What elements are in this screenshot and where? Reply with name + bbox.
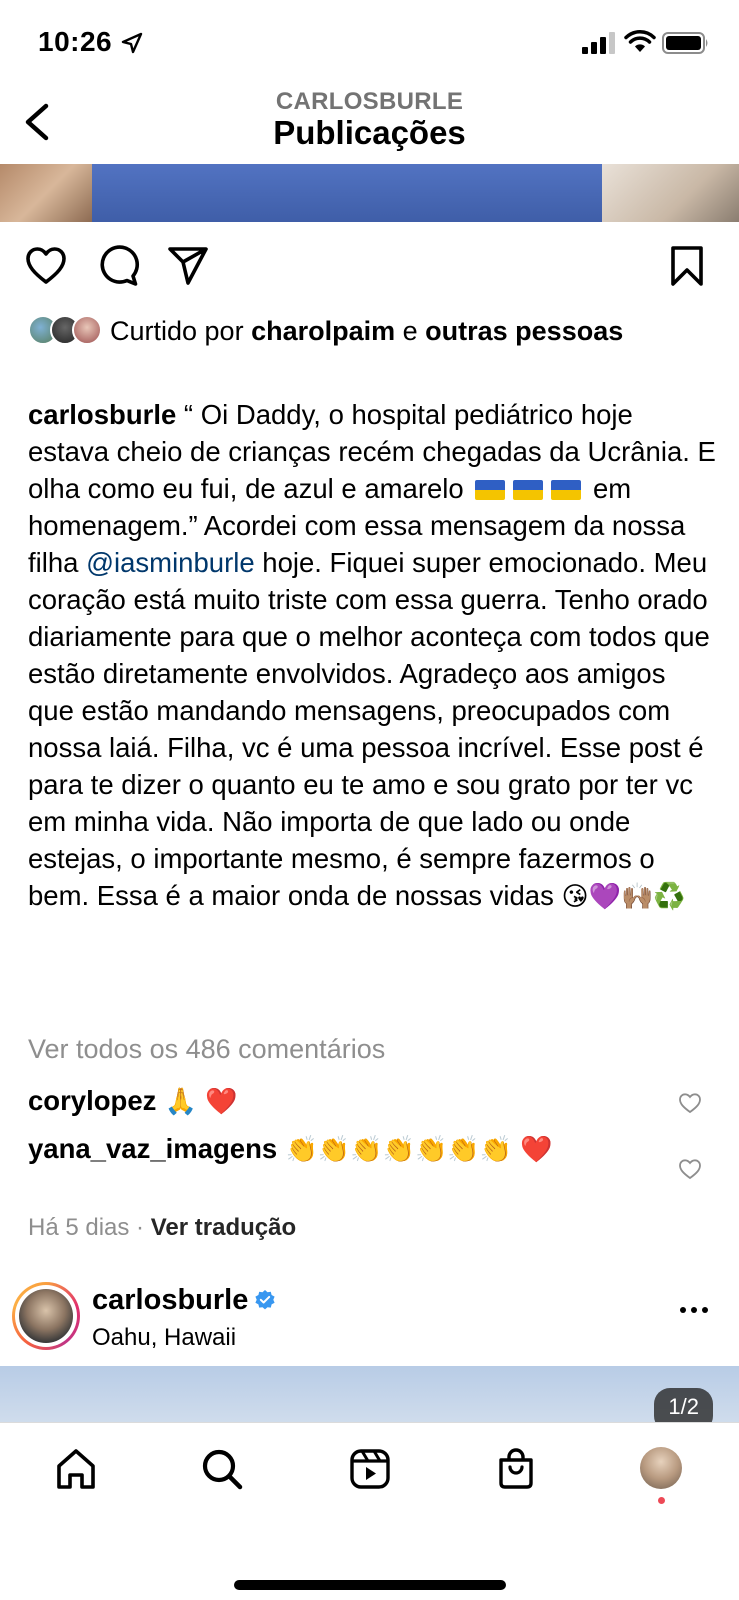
see-translation-link[interactable]: Ver tradução xyxy=(151,1214,296,1241)
status-bar: 10:26 xyxy=(0,0,739,90)
mention-link[interactable]: @iasminburle xyxy=(86,547,255,578)
comment-username[interactable]: corylopez xyxy=(28,1085,156,1116)
likes-text: Curtido por charolpaim e outras pessoas xyxy=(110,316,624,346)
reels-icon[interactable] xyxy=(348,1447,392,1491)
post-caption: carlosburle “ Oi Daddy, o hospital pediá… xyxy=(28,399,716,912)
account-name: CARLOSBURLE xyxy=(275,88,464,115)
heart-icon[interactable] xyxy=(24,244,68,288)
notification-dot xyxy=(658,1497,665,1504)
post-image[interactable] xyxy=(0,164,739,222)
post-image-left-part xyxy=(0,164,92,222)
comment-icon[interactable] xyxy=(96,244,140,288)
wifi-icon xyxy=(624,30,656,52)
likes-summary[interactable]: Curtido por charolpaim e outras pessoas xyxy=(28,312,718,350)
caption-emojis: 😘💜🙌🏽♻️ xyxy=(561,882,686,912)
page-title: Publicações xyxy=(273,114,466,151)
story-ring[interactable] xyxy=(12,1282,80,1350)
battery-icon xyxy=(662,32,708,54)
profile-tab-avatar[interactable] xyxy=(640,1447,682,1489)
bookmark-icon[interactable] xyxy=(665,244,709,288)
post-author-username[interactable]: carlosburle xyxy=(92,1284,276,1317)
verified-badge-icon xyxy=(255,1290,275,1310)
view-all-comments-link[interactable]: Ver todos os 486 comentários xyxy=(28,1034,385,1065)
post-actions xyxy=(0,240,739,292)
post-time: Há 5 dias xyxy=(28,1214,130,1241)
ukraine-flag-icon xyxy=(551,480,582,500)
comment-text: 🙏 ❤️ xyxy=(156,1087,238,1117)
ukraine-flag-icon xyxy=(513,480,544,500)
next-post-header: carlosburle Oahu, Hawaii xyxy=(0,1282,739,1358)
comment-like-heart-icon[interactable] xyxy=(678,1092,702,1114)
liker-avatars xyxy=(28,315,106,345)
post-image-right-part xyxy=(602,164,739,222)
liker-username[interactable]: charolpaim xyxy=(251,316,395,346)
comment-text: 👏👏👏👏👏👏👏 ❤️ xyxy=(277,1135,553,1165)
more-options-icon[interactable] xyxy=(679,1304,709,1316)
post-location[interactable]: Oahu, Hawaii xyxy=(92,1324,236,1352)
home-indicator[interactable] xyxy=(234,1580,506,1590)
nav-header: CARLOSBURLE Publicações xyxy=(0,84,739,156)
caption-username[interactable]: carlosburle xyxy=(28,399,176,430)
avatar xyxy=(19,1289,73,1343)
paper-plane-icon[interactable] xyxy=(166,244,210,288)
cellular-signal-icon xyxy=(582,32,615,54)
comment-item: yana_vaz_imagens 👏👏👏👏👏👏👏 ❤️ xyxy=(28,1129,648,1170)
post-image-center-part xyxy=(92,164,602,222)
status-time: 10:26 xyxy=(38,26,113,57)
liker-avatar xyxy=(72,315,102,345)
bottom-tab-bar xyxy=(0,1422,739,1600)
comment-username[interactable]: yana_vaz_imagens xyxy=(28,1133,277,1164)
likes-others[interactable]: outras pessoas xyxy=(425,316,623,346)
next-post-image[interactable] xyxy=(0,1366,739,1422)
shop-icon[interactable] xyxy=(494,1447,538,1491)
ukraine-flag-icon xyxy=(475,480,506,500)
home-icon[interactable] xyxy=(54,1447,98,1491)
comment-item: corylopez 🙏 ❤️ xyxy=(28,1081,648,1122)
post-meta: Há 5 dias · Ver tradução xyxy=(28,1214,297,1241)
search-icon[interactable] xyxy=(200,1447,244,1491)
comment-like-heart-icon[interactable] xyxy=(678,1158,702,1180)
location-arrow-icon xyxy=(121,32,143,54)
